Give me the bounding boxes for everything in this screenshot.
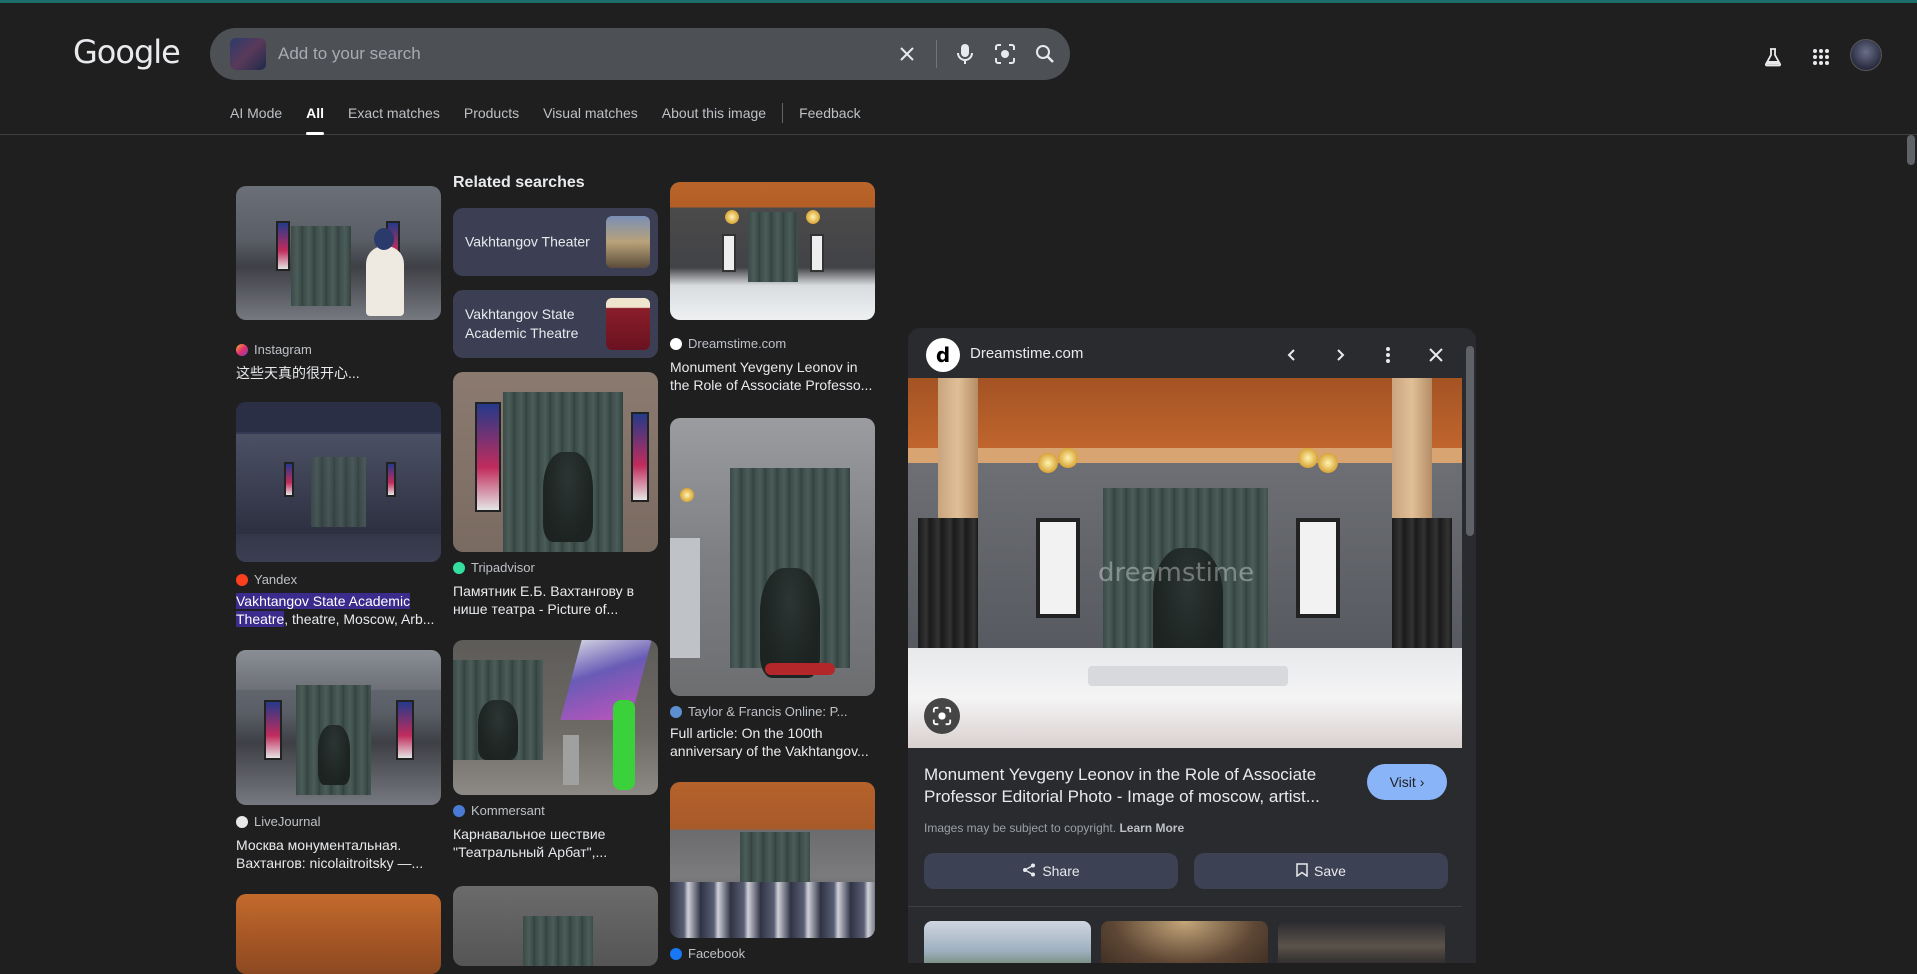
- result-title[interactable]: Москва монументальная. Вахтангов: nicola…: [236, 836, 441, 874]
- panel-image-title[interactable]: Monument Yevgeny Leonov in the Role of A…: [924, 764, 1364, 808]
- search-input[interactable]: [278, 42, 838, 66]
- more-options-icon[interactable]: [1374, 341, 1402, 369]
- header: Google AI Mode All Exact matches Product…: [0, 3, 1917, 135]
- previous-chevron-icon[interactable]: [1278, 341, 1306, 369]
- tab-all[interactable]: All: [306, 105, 324, 135]
- result-image[interactable]: [670, 782, 875, 938]
- tab-about-this-image[interactable]: About this image: [662, 105, 766, 135]
- page-scrollbar[interactable]: [1907, 135, 1915, 165]
- related-image-thumbnail[interactable]: [1278, 921, 1445, 963]
- search-image-thumbnail[interactable]: [230, 38, 266, 70]
- share-button[interactable]: Share: [924, 853, 1178, 889]
- tab-feedback[interactable]: Feedback: [799, 105, 860, 135]
- result-title[interactable]: Monument Yevgeny Leonov in the Role of A…: [670, 358, 875, 396]
- result-source: Tripadvisor: [453, 560, 535, 575]
- chevron-right-icon: ›: [1419, 774, 1425, 790]
- search-icon[interactable]: [1032, 41, 1058, 67]
- tripadvisor-icon: [453, 561, 465, 574]
- result-source: LiveJournal: [236, 814, 321, 829]
- labs-flask-icon[interactable]: [1760, 44, 1786, 70]
- result-image[interactable]: [453, 640, 658, 795]
- result-source: Kommersant: [453, 803, 545, 818]
- clear-icon[interactable]: [894, 41, 920, 67]
- related-image-thumbnail[interactable]: [924, 921, 1091, 963]
- related-image-thumbnail[interactable]: [1101, 921, 1268, 963]
- tab-ai-mode[interactable]: AI Mode: [230, 105, 282, 135]
- result-image[interactable]: [670, 182, 875, 320]
- result-source: Dreamstime.com: [670, 336, 786, 351]
- search-divider: [936, 40, 937, 68]
- copyright-notice: Images may be subject to copyright. Lear…: [924, 821, 1185, 835]
- panel-site-name[interactable]: Dreamstime.com: [970, 345, 1083, 362]
- bookmark-icon: [1296, 862, 1308, 880]
- tab-exact-matches[interactable]: Exact matches: [348, 105, 440, 135]
- image-preview-panel: d Dreamstime.com dreamstime Monument Yev…: [908, 328, 1476, 963]
- account-avatar[interactable]: [1850, 39, 1882, 71]
- result-title[interactable]: Карнавальное шествие "Театральный Арбат"…: [453, 825, 658, 863]
- save-button[interactable]: Save: [1194, 853, 1448, 889]
- result-image[interactable]: [453, 372, 658, 552]
- result-source: Facebook: [670, 946, 745, 961]
- related-search-vakhtangov-state-academic-theatre[interactable]: Vakhtangov State Academic Theatre: [453, 290, 658, 358]
- result-title[interactable]: Full article: On the 100th anniversary o…: [670, 724, 875, 762]
- instagram-icon: [236, 343, 248, 356]
- close-icon[interactable]: [1422, 341, 1450, 369]
- apps-grid-icon[interactable]: [1808, 44, 1834, 70]
- result-image[interactable]: [236, 402, 441, 562]
- tabs-divider: [782, 103, 784, 123]
- result-source: Instagram: [236, 342, 312, 357]
- panel-divider: [908, 906, 1462, 907]
- result-source: Taylor & Francis Online: P...: [670, 704, 847, 719]
- result-title[interactable]: 这些天真的很开心...: [236, 364, 441, 382]
- tab-products[interactable]: Products: [464, 105, 519, 135]
- related-search-vakhtangov-theater[interactable]: Vakhtangov Theater: [453, 208, 658, 276]
- learn-more-link[interactable]: Learn More: [1119, 821, 1184, 835]
- visit-button[interactable]: Visit ›: [1367, 764, 1447, 800]
- google-logo[interactable]: Google: [73, 33, 181, 71]
- related-thumbnail: [606, 298, 650, 350]
- kommersant-icon: [453, 804, 465, 817]
- search-inside-image-lens-icon[interactable]: [924, 698, 960, 734]
- livejournal-icon: [236, 815, 248, 828]
- tab-visual-matches[interactable]: Visual matches: [543, 105, 638, 135]
- preview-image[interactable]: dreamstime: [908, 378, 1462, 748]
- lens-icon[interactable]: [992, 41, 1018, 67]
- result-image[interactable]: [236, 894, 441, 974]
- result-title[interactable]: Памятник Е.Б. Вахтангову в нише театра -…: [453, 582, 658, 620]
- related-searches-title: Related searches: [453, 174, 585, 191]
- result-title[interactable]: Vakhtangov State Academic Theatre, theat…: [236, 592, 441, 630]
- yandex-icon: [236, 573, 248, 586]
- dreamstime-logo-icon: d: [926, 338, 960, 372]
- search-tabs: AI Mode All Exact matches Products Visua…: [230, 103, 885, 135]
- search-bar[interactable]: [210, 28, 1070, 80]
- result-image[interactable]: [453, 886, 658, 966]
- taylor-francis-icon: [670, 705, 682, 718]
- result-image[interactable]: [236, 650, 441, 805]
- panel-scrollbar[interactable]: [1466, 346, 1474, 536]
- related-thumbnail: [606, 216, 650, 268]
- result-source: Yandex: [236, 572, 297, 587]
- share-icon: [1022, 863, 1036, 880]
- dreamstime-icon: [670, 337, 682, 350]
- next-chevron-icon[interactable]: [1326, 341, 1354, 369]
- image-watermark: dreamstime: [1098, 558, 1255, 588]
- facebook-icon: [670, 947, 682, 960]
- microphone-icon[interactable]: [952, 41, 978, 67]
- results-grid: Instagram 这些天真的很开心... Yandex Vakhtangov …: [236, 170, 876, 974]
- result-image[interactable]: [670, 418, 875, 696]
- result-image[interactable]: [236, 186, 441, 320]
